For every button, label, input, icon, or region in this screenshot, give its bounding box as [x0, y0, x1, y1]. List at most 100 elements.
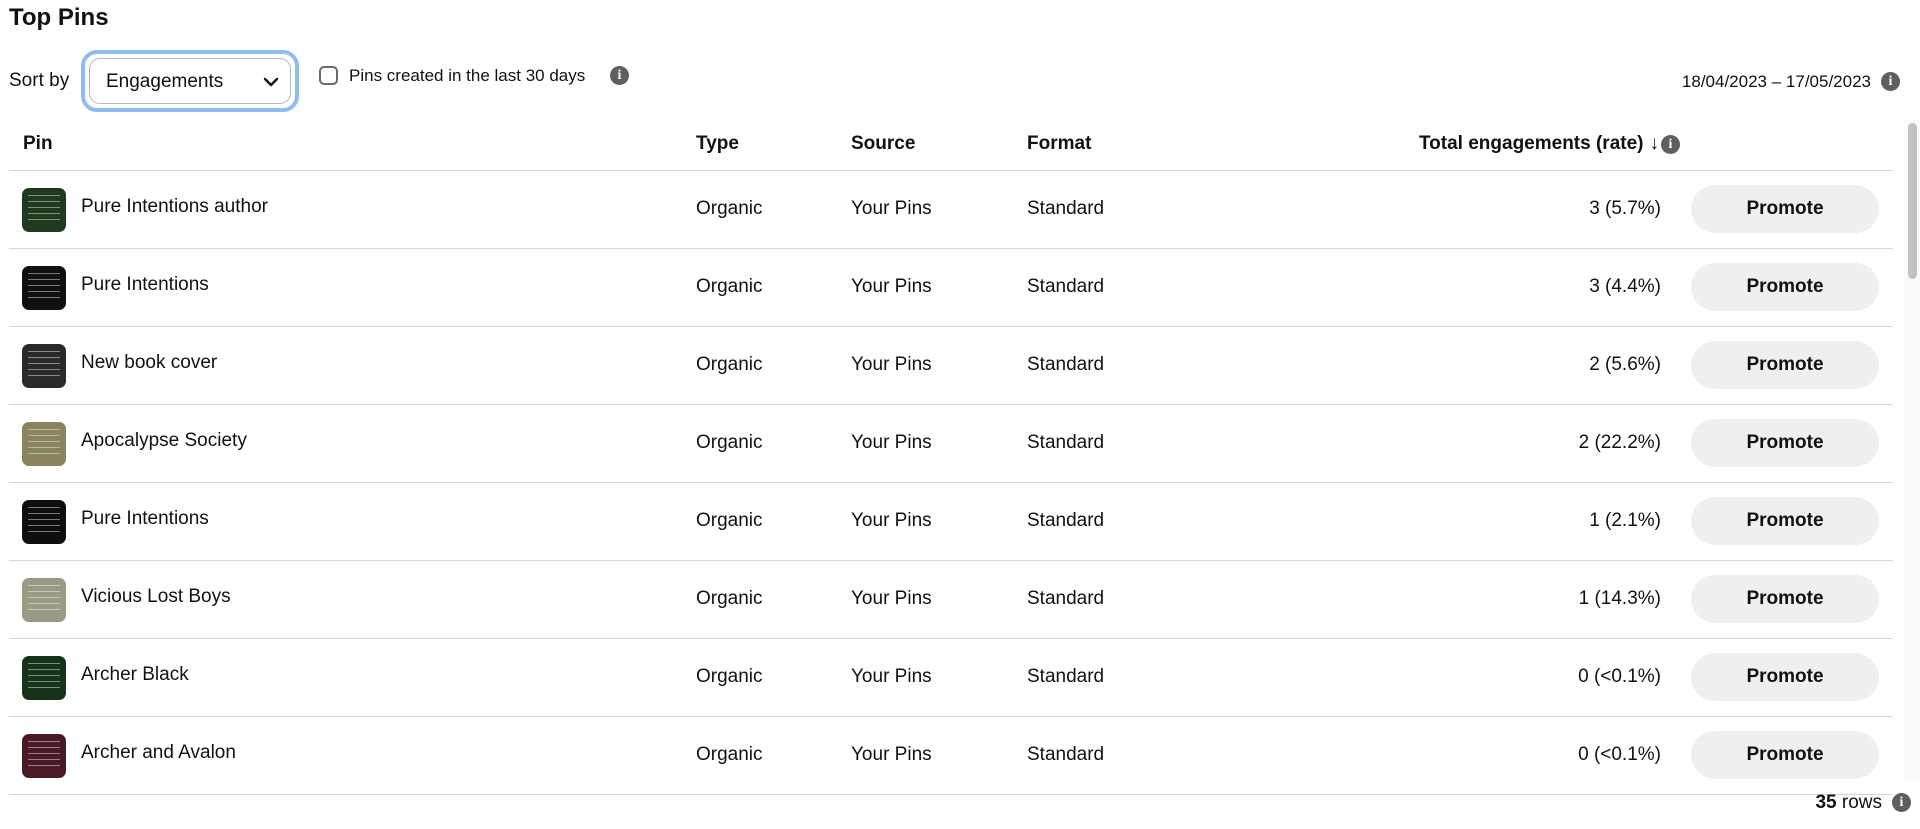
pin-title[interactable]: Pure Intentions: [81, 508, 209, 530]
table-row[interactable]: Vicious Lost Boys Organic Your Pins Standar…: [9, 561, 1893, 639]
pin-type: Organic: [696, 666, 763, 687]
scrollbar[interactable]: [1904, 120, 1920, 780]
pin-thumbnail-texture: [28, 429, 60, 459]
recent-pins-checkbox-label[interactable]: Pins created in the last 30 days: [349, 66, 585, 86]
column-header-type: Type: [696, 133, 739, 154]
pin-thumbnail-texture: [28, 741, 60, 771]
sort-dropdown-value: Engagements: [106, 71, 224, 92]
pin-thumbnail[interactable]: [22, 188, 66, 232]
row-count: 35 rows: [1815, 792, 1882, 814]
pin-type: Organic: [696, 744, 763, 765]
page-title: Top Pins: [9, 4, 109, 31]
pin-source: Your Pins: [851, 276, 932, 297]
table-row[interactable]: Pure Intentions Organic Your Pins Standard 3…: [9, 249, 1893, 327]
table-body: Pure Intentions author Organic Your Pins St…: [9, 171, 1893, 795]
pin-engagements: 1 (14.3%): [1578, 588, 1661, 609]
pin-title[interactable]: New book cover: [81, 352, 217, 374]
pin-engagements: 1 (2.1%): [1589, 510, 1661, 531]
pin-title[interactable]: Archer and Avalon: [81, 742, 236, 764]
pin-source: Your Pins: [851, 432, 932, 453]
pin-thumbnail-texture: [28, 195, 60, 225]
pin-type: Organic: [696, 588, 763, 609]
info-icon[interactable]: i: [1881, 72, 1900, 91]
pin-format: Standard: [1027, 666, 1105, 687]
pin-source: Your Pins: [851, 666, 932, 687]
pin-engagements: 2 (5.6%): [1589, 354, 1661, 375]
pin-thumbnail-texture: [28, 351, 60, 381]
pin-thumbnail[interactable]: [22, 656, 66, 700]
pin-source: Your Pins: [851, 198, 932, 219]
info-icon[interactable]: i: [1661, 135, 1680, 154]
pin-engagements: 3 (4.4%): [1589, 276, 1661, 297]
column-header-pin: Pin: [23, 133, 53, 154]
column-header-engagements-label: Total engagements (rate): [1418, 133, 1644, 154]
column-header-format: Format: [1027, 133, 1092, 154]
pin-thumbnail-texture: [28, 585, 60, 615]
pin-thumbnail[interactable]: [22, 422, 66, 466]
info-icon[interactable]: i: [610, 66, 629, 85]
pin-title[interactable]: Pure Intentions: [81, 274, 209, 296]
sort-label: Sort by: [9, 70, 70, 91]
promote-button[interactable]: Promote: [1691, 419, 1879, 467]
pin-type: Organic: [696, 276, 763, 297]
pin-thumbnail[interactable]: [22, 734, 66, 778]
pin-format: Standard: [1027, 510, 1105, 531]
row-count-label: rows: [1841, 792, 1882, 813]
promote-button[interactable]: Promote: [1691, 185, 1879, 233]
pin-title[interactable]: Pure Intentions author: [81, 196, 268, 218]
pin-title[interactable]: Archer Black: [81, 664, 189, 686]
pin-format: Standard: [1027, 198, 1105, 219]
top-pins-table: Pin Type Source Format Total engagements…: [9, 120, 1893, 795]
pin-thumbnail[interactable]: [22, 344, 66, 388]
pin-source: Your Pins: [851, 744, 932, 765]
table-row[interactable]: Archer and Avalon Organic Your Pins Standar…: [9, 717, 1893, 795]
pin-thumbnail[interactable]: [22, 578, 66, 622]
pin-source: Your Pins: [851, 588, 932, 609]
pin-format: Standard: [1027, 744, 1105, 765]
promote-button[interactable]: Promote: [1691, 341, 1879, 389]
pin-title[interactable]: Apocalypse Society: [81, 430, 247, 452]
pin-engagements: 2 (22.2%): [1578, 432, 1661, 453]
pin-type: Organic: [696, 354, 763, 375]
row-count-number: 35: [1815, 792, 1837, 813]
pin-thumbnail[interactable]: [22, 500, 66, 544]
column-header-source: Source: [851, 133, 916, 154]
table-row[interactable]: Pure Intentions Organic Your Pins Standard 1…: [9, 483, 1893, 561]
pin-thumbnail[interactable]: [22, 266, 66, 310]
chevron-down-icon: [263, 77, 279, 87]
pin-thumbnail-texture: [28, 663, 60, 693]
recent-pins-checkbox[interactable]: [319, 66, 338, 85]
controls-bar: Sort by Engagements Pins created in the …: [9, 50, 1909, 114]
pin-format: Standard: [1027, 354, 1105, 375]
scrollbar-thumb[interactable]: [1908, 123, 1917, 279]
pin-engagements: 3 (5.7%): [1589, 198, 1661, 219]
pin-title[interactable]: Vicious Lost Boys: [81, 586, 231, 608]
pin-thumbnail-texture: [28, 507, 60, 537]
pin-type: Organic: [696, 510, 763, 531]
table-row[interactable]: Pure Intentions author Organic Your Pins St…: [9, 171, 1893, 249]
table-row[interactable]: Archer Black Organic Your Pins Standard 0 (<…: [9, 639, 1893, 717]
table-row[interactable]: Apocalypse Society Organic Your Pins Standa…: [9, 405, 1893, 483]
info-icon[interactable]: i: [1892, 793, 1911, 812]
promote-button[interactable]: Promote: [1691, 731, 1879, 779]
column-header-engagements[interactable]: Total engagements (rate) ↓: [1419, 133, 1659, 155]
pin-type: Organic: [696, 432, 763, 453]
promote-button[interactable]: Promote: [1691, 575, 1879, 623]
pin-engagements: 0 (<0.1%): [1578, 666, 1661, 687]
pin-format: Standard: [1027, 432, 1105, 453]
pin-source: Your Pins: [851, 510, 932, 531]
promote-button[interactable]: Promote: [1691, 653, 1879, 701]
pin-format: Standard: [1027, 588, 1105, 609]
pin-thumbnail-texture: [28, 273, 60, 303]
arrow-down-icon: ↓: [1649, 133, 1660, 154]
pin-source: Your Pins: [851, 354, 932, 375]
pin-format: Standard: [1027, 276, 1105, 297]
pin-type: Organic: [696, 198, 763, 219]
pin-engagements: 0 (<0.1%): [1578, 744, 1661, 765]
date-range: 18/04/2023 – 17/05/2023: [1681, 72, 1871, 91]
table-row[interactable]: New book cover Organic Your Pins Standard 2 …: [9, 327, 1893, 405]
table-header: Pin Type Source Format Total engagements…: [9, 120, 1893, 171]
promote-button[interactable]: Promote: [1691, 497, 1879, 545]
promote-button[interactable]: Promote: [1691, 263, 1879, 311]
sort-dropdown[interactable]: Engagements: [81, 50, 299, 112]
